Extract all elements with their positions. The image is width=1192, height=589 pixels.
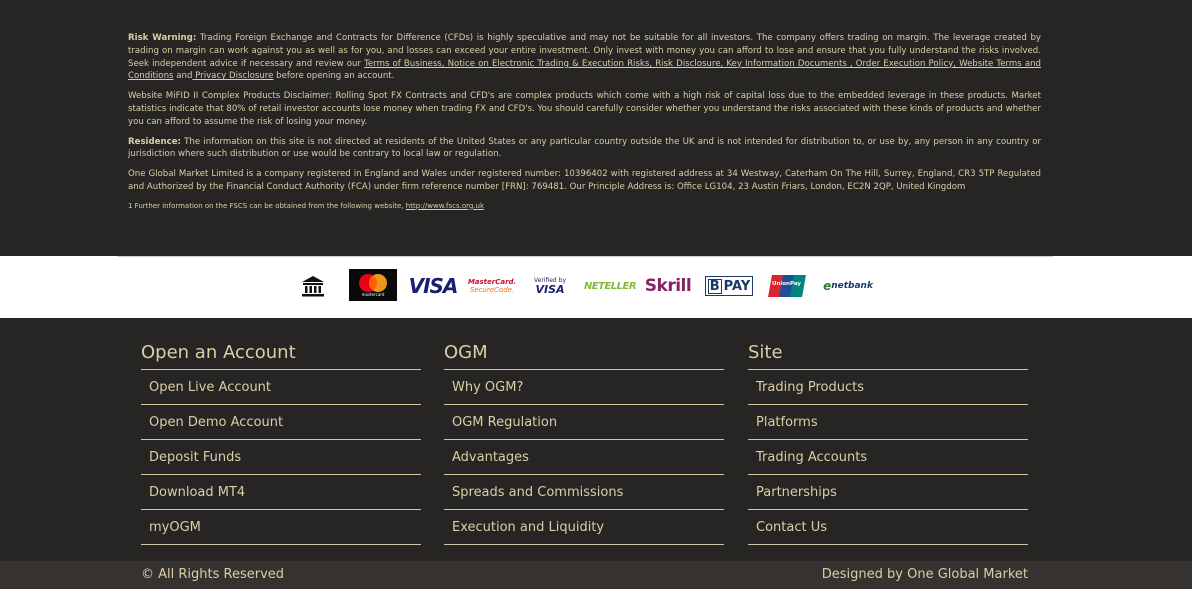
mastercard-logo: mastercard [349,269,397,301]
mastercard-wordmark: mastercard [361,292,385,297]
footer-link-execution-liquidity[interactable]: Execution and Liquidity [444,510,724,545]
neteller-logo: NETELLER [583,270,637,302]
footer-link-trading-products[interactable]: Trading Products [748,370,1028,405]
risk-warning-label: Risk Warning: [128,33,197,43]
verified-by-visa-logo: Verified by VISA [530,270,570,302]
bottom-bar: © All Rights Reserved Designed by One Gl… [0,561,1192,589]
skrill-logo: Skrill [644,270,692,302]
visa-logo: VISA [408,270,459,302]
footer-link-platforms[interactable]: Platforms [748,405,1028,440]
payment-logos-strip: mastercard VISA MasterCard. SecureCode. … [0,256,1192,318]
residence-text: The information on this site is not dire… [128,136,1041,160]
neteller-wordmark: NETELLER [583,280,637,292]
ibpay-mark: B [707,278,722,294]
footnote-text: 1 Further information on the FSCS can be… [128,201,406,210]
divider [117,256,1053,257]
footer-link-trading-accounts[interactable]: Trading Accounts [748,440,1028,475]
copyright-text: © All Rights Reserved [141,567,285,582]
mc-securecode-line1: MasterCard. [467,278,517,286]
risk-warning-tail: before opening an account. [273,71,395,82]
disclaimer-section: Risk Warning: Trading Foreign Exchange a… [128,32,1041,218]
footer-link-why-ogm[interactable]: Why OGM? [444,370,724,405]
fscs-link[interactable]: http://www.fscs.org.uk [406,202,484,210]
footer-column-open-account: Open an Account Open Live Account Open D… [141,340,421,545]
bank-icon [300,270,326,302]
footer-link-contact-us[interactable]: Contact Us [748,510,1028,545]
skrill-wordmark: Skrill [644,276,692,296]
column-title: Site [748,340,1028,370]
footer-link-advantages[interactable]: Advantages [444,440,724,475]
risk-warning-paragraph: Risk Warning: Trading Foreign Exchange a… [128,32,1041,83]
residence-paragraph: Residence: The information on this site … [128,136,1041,162]
unionpay-wordmark: UnionPay [772,281,801,287]
footer-link-open-live-account[interactable]: Open Live Account [141,370,421,405]
unionpay-logo: UnionPay [768,270,806,302]
company-paragraph: One Global Market Limited is a company r… [128,169,1041,192]
residence-label: Residence: [128,136,181,147]
footer-column-site: Site Trading Products Platforms Trading … [748,340,1028,545]
netbank-wordmark: netbank [831,281,873,291]
footer-link-open-demo-account[interactable]: Open Demo Account [141,405,421,440]
column-title: OGM [444,340,724,370]
netbank-logo: e netbank [822,270,874,302]
mifid-paragraph: Website MiFID II Complex Products Discla… [128,91,1041,127]
footer-link-deposit-funds[interactable]: Deposit Funds [141,440,421,475]
visa-wordmark: VISA [408,274,459,298]
footer-link-myogm[interactable]: myOGM [141,510,421,545]
mastercard-securecode-logo: MasterCard. SecureCode. [467,270,517,302]
designed-by-text: Designed by One Global Market [821,567,1028,582]
ibpay-wordmark: PAY [723,278,751,294]
column-title: Open an Account [141,340,421,370]
mc-securecode-line2: SecureCode. [469,286,515,294]
verified-visa-text: VISA [535,282,565,296]
and-text: and [173,71,193,82]
footer-link-partnerships[interactable]: Partnerships [748,475,1028,510]
fscs-footnote: 1 Further information on the FSCS can be… [128,201,1041,211]
footer-link-spreads-commissions[interactable]: Spreads and Commissions [444,475,724,510]
netbank-swirl-icon: e [823,279,832,293]
footer-link-ogm-regulation[interactable]: OGM Regulation [444,405,724,440]
privacy-disclosure-link[interactable]: Privacy Disclosure [192,71,273,81]
footer-link-download-mt4[interactable]: Download MT4 [141,475,421,510]
ibpay-logo: B PAY [704,270,754,302]
footer-column-ogm: OGM Why OGM? OGM Regulation Advantages S… [444,340,724,545]
